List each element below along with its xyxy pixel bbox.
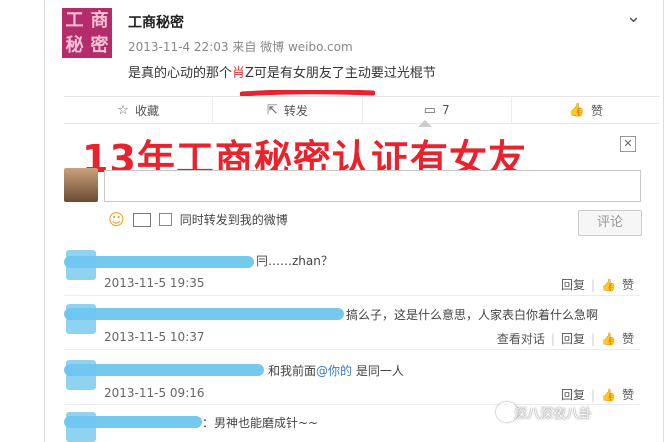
star-icon: ☆ — [117, 102, 129, 118]
repost-label: 转发 — [283, 103, 308, 118]
list-item: 和我前面@你的 是同一人 2013-11-5 09:16 回复 | 👍 赞 — [64, 358, 640, 402]
redaction-scribble — [64, 416, 202, 428]
comment-icon: ▭ — [423, 102, 436, 118]
thumbs-up-icon[interactable]: 👍 — [601, 278, 616, 292]
list-item: 搞么子，这是什么意思，人家表白你着什么急啊 2013-11-5 10:37 查看… — [64, 302, 640, 346]
repost-checkbox[interactable] — [158, 213, 172, 226]
divider — [64, 349, 640, 350]
avatar-char: 工 — [65, 10, 84, 31]
comment-text-part: 和我前面 — [268, 364, 317, 378]
composer-tools: ☺ 同时转发到我的微博 — [108, 210, 288, 229]
action-bar: ☆ 收藏 ⇱ 转发 ▭ 7 👍 赞 — [64, 96, 660, 124]
avatar-char: 商 — [90, 10, 109, 31]
comment-time: 2013-11-5 09:16 — [104, 386, 205, 400]
repost-checkbox-label: 同时转发到我的微博 — [179, 213, 288, 227]
favorite-label: 收藏 — [134, 103, 159, 118]
like-label: 赞 — [590, 103, 603, 118]
reply-button[interactable]: 回复 — [561, 332, 585, 346]
separator: | — [590, 278, 596, 292]
comment-text-part: 是同一人 — [352, 364, 404, 378]
comment-actions: 回复 | 👍 赞 — [555, 276, 634, 293]
repost-button[interactable]: ⇱ 转发 — [213, 97, 363, 123]
like-button[interactable]: 赞 — [622, 278, 634, 292]
share-icon: ⇱ — [266, 102, 278, 118]
image-icon[interactable] — [132, 212, 151, 227]
chevron-down-icon[interactable]: ⌄ — [626, 6, 641, 27]
comment-button[interactable]: ▭ 7 — [363, 97, 512, 123]
emoji-icon[interactable]: ☺ — [108, 210, 125, 229]
comment-text: 搞么子，这是什么意思，人家表白你着什么急啊 — [346, 308, 599, 322]
post-text-part: Z可是有女朋友了主动要过光棍节 — [245, 66, 436, 81]
close-icon[interactable]: ✕ — [620, 136, 636, 152]
avatar-char: 秘 — [65, 35, 84, 56]
my-avatar — [64, 168, 98, 202]
comment-text: 冃……zhan？ — [256, 254, 333, 268]
view-conversation-link[interactable]: 查看对话 — [497, 332, 545, 346]
avatar-char: 密 — [90, 35, 109, 56]
redaction-scribble — [64, 256, 254, 268]
divider — [64, 295, 640, 296]
reply-button[interactable]: 回复 — [561, 278, 585, 292]
like-button[interactable]: 👍 赞 — [512, 97, 660, 123]
like-button[interactable]: 赞 — [622, 388, 634, 402]
mention-link[interactable]: @你的 — [316, 364, 352, 378]
list-item: 冃……zhan？ 2013-11-5 19:35 回复 | 👍 赞 — [64, 248, 640, 292]
separator: | — [550, 332, 555, 346]
comment-time: 2013-11-5 19:35 — [104, 276, 205, 290]
avatar-text: 工 商 秘 密 — [62, 8, 112, 58]
comment-count: 7 — [441, 103, 450, 117]
like-button[interactable]: 赞 — [622, 332, 634, 346]
post-text-part: 是真的心动的那个 — [128, 66, 233, 81]
post-text: 是真的心动的那个肖Z可是有女朋友了主动要过光棍节 — [128, 62, 436, 81]
thumbs-up-icon[interactable]: 👍 — [601, 388, 616, 402]
avatar[interactable]: 工 商 秘 密 — [62, 8, 112, 58]
reply-button[interactable]: 回复 — [561, 388, 585, 402]
comment-text: 和我前面@你的 是同一人 — [268, 362, 404, 379]
panel-caret — [418, 120, 432, 127]
separator: | — [590, 332, 596, 346]
separator: | — [590, 388, 596, 402]
comment-time: 2013-11-5 10:37 — [104, 330, 205, 344]
post-meta: 2013-11-4 22:03 来自 微博 weibo.com — [128, 40, 353, 54]
comment-actions: 回复 | 👍 赞 — [555, 386, 634, 403]
thumbs-up-icon[interactable]: 👍 — [601, 332, 616, 346]
submit-comment-button[interactable]: 评论 — [578, 210, 642, 236]
username[interactable]: 工商秘密 — [128, 12, 184, 32]
comment-text: ：男神也能磨成针~~ — [202, 416, 319, 430]
thumbs-up-icon: 👍 — [568, 102, 585, 118]
redaction-scribble — [64, 308, 344, 320]
redaction-scribble — [64, 364, 264, 376]
favorite-button[interactable]: ☆ 收藏 — [64, 97, 214, 123]
post-text-highlight: 肖 — [232, 66, 246, 81]
comment-actions: 查看对话 | 回复 | 👍 赞 — [491, 330, 634, 347]
watermark: 深八深夜八卦 — [514, 407, 593, 422]
comment-input[interactable] — [104, 170, 641, 202]
